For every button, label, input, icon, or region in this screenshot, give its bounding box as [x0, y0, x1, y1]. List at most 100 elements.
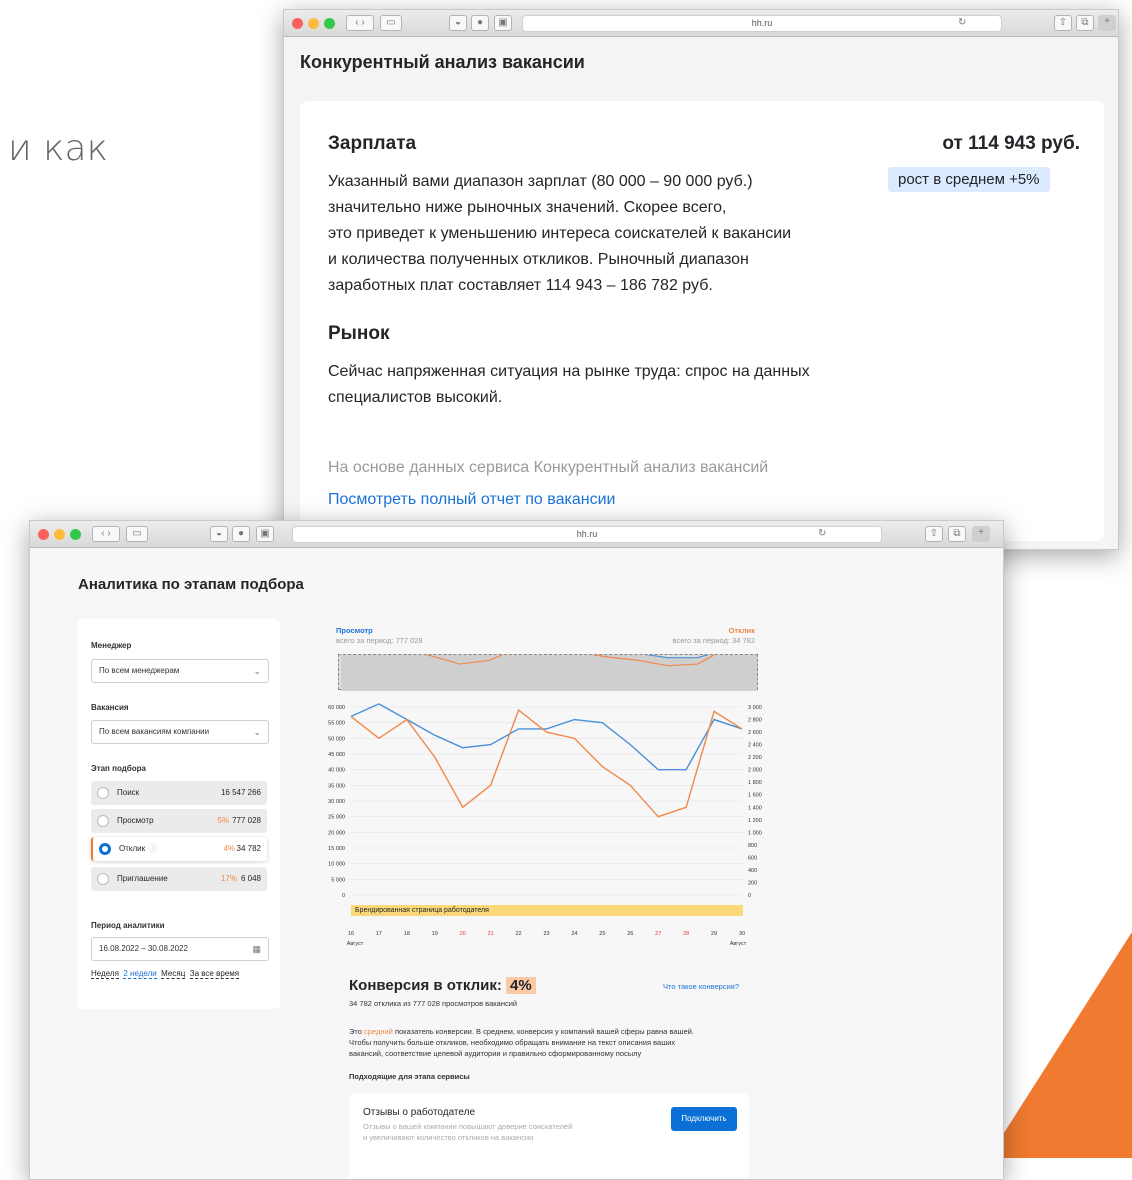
new-tab-icon[interactable]: + [1098, 15, 1116, 31]
shield-icon[interactable]: ◒ [449, 15, 467, 31]
share-icon[interactable]: ⇧ [925, 526, 943, 542]
stage-name: Поиск [117, 788, 140, 797]
close-window-icon[interactable] [292, 18, 303, 29]
minimize-window-icon[interactable] [308, 18, 319, 29]
vacancy-select[interactable]: По всем вакансиям компании ⌄ [91, 720, 269, 744]
conversion-body: Это средний показатель конверсии. В сред… [349, 1026, 769, 1059]
stage-percent: 17% [220, 874, 237, 883]
browser-toolbar: ‹ › ▭ ◒ ● ▣ hh.ru ↻ ⇧ ⧉ + [30, 521, 1003, 548]
salary-line: это приведет к уменьшению интереса соиск… [328, 225, 792, 242]
period-label: Период аналитики [91, 921, 165, 930]
period-input[interactable]: 16.08.2022 – 30.08.2022 ▦ [91, 937, 269, 961]
stage-item-response[interactable]: Отклик ⓘ 4% 34 782 [91, 837, 267, 861]
connect-button[interactable]: Подключить [671, 1107, 737, 1131]
sidebar-icon[interactable]: ▭ [126, 526, 148, 542]
y-left-tick-label: 5 000 [331, 877, 345, 883]
stage-value: 777 028 [232, 816, 261, 825]
conversion-subtitle: 34 782 отклика из 777 028 просмотров вак… [349, 999, 518, 1008]
stage-value: 16 547 266 [220, 788, 261, 797]
conversion-title-text: Конверсия в отклик: [349, 977, 502, 994]
info-icon[interactable]: ⓘ [149, 837, 157, 861]
bookmark-icon[interactable]: ▣ [494, 15, 512, 31]
period-link-month[interactable]: Месяц [161, 969, 186, 979]
radio-button[interactable] [97, 815, 109, 827]
radio-button[interactable] [97, 787, 109, 799]
shield-icon[interactable]: ◒ [210, 526, 228, 542]
close-window-icon[interactable] [38, 529, 49, 540]
minimize-window-icon[interactable] [54, 529, 65, 540]
line-chart: 60 000 55 000 50 000 45 000 40 000 35 000 30 0… [328, 703, 762, 947]
y-right-tick-label: 1 000 [748, 830, 762, 836]
browser-toolbar: ‹ › ▭ ◒ ● ▣ hh.ru ↻ ⇧ ⧉ + [284, 10, 1118, 37]
y-right-tick-label: 200 [748, 880, 757, 886]
conversion-body-line: вакансий, соответствие целевой аудитории… [349, 1049, 642, 1058]
calendar-icon[interactable]: ▦ [252, 938, 261, 960]
service-card: Отзывы о работодателе Отзывы о вашей ком… [349, 1093, 749, 1179]
source-note: На основе данных сервиса Конкурентный ан… [328, 459, 769, 476]
x-tick-label: 18 [404, 931, 410, 937]
x-month-label: Август [730, 941, 747, 947]
tabs-icon[interactable]: ⧉ [948, 526, 966, 542]
market-line: Сейчас напряженная ситуация на рынке тру… [328, 363, 810, 380]
period-link-2weeks[interactable]: 2 недели [123, 969, 157, 979]
y-right-tick-label: 2 400 [748, 743, 762, 749]
stage-value: 6 048 [240, 874, 261, 883]
period-value: 16.08.2022 – 30.08.2022 [99, 944, 188, 953]
extension-icon[interactable]: ● [232, 526, 250, 542]
address-bar[interactable]: hh.ru [292, 526, 882, 543]
maximize-window-icon[interactable] [70, 529, 81, 540]
bookmark-icon[interactable]: ▣ [256, 526, 274, 542]
radio-button[interactable] [97, 873, 109, 885]
y-right-tick-label: 0 [748, 893, 751, 899]
sidebar-icon[interactable]: ▭ [380, 15, 402, 31]
back-forward-icon[interactable]: ‹ › [92, 526, 120, 542]
y-left-tick-label: 15 000 [328, 846, 345, 852]
service-description: и увеличивают количество откликов на вак… [363, 1133, 534, 1142]
stage-name: Просмотр [117, 816, 154, 825]
service-name: Отзывы о работодателе [363, 1107, 476, 1118]
y-right-tick-label: 3 000 [748, 705, 762, 711]
y-left-tick-label: 35 000 [328, 783, 345, 789]
stage-name: Приглашение [117, 874, 168, 883]
y-left-tick-label: 20 000 [328, 830, 345, 836]
stage-item-view[interactable]: Просмотр 5% 777 028 [91, 809, 267, 833]
y-left-tick-label: 60 000 [328, 705, 345, 711]
x-tick-label: 29 [711, 931, 717, 937]
full-report-link[interactable]: Посмотреть полный отчет по вакансии [328, 487, 615, 513]
y-left-tick-label: 0 [342, 893, 345, 899]
series-line-views [350, 703, 743, 771]
back-forward-icon[interactable]: ‹ › [346, 15, 374, 31]
vacancy-label: Вакансия [91, 703, 129, 712]
what-is-conversion-link[interactable]: Что такое конверсия? [663, 981, 739, 992]
maximize-window-icon[interactable] [324, 18, 335, 29]
manager-select-value: По всем менеджерам [99, 666, 180, 675]
tabs-icon[interactable]: ⧉ [1076, 15, 1094, 31]
x-tick-label: 25 [599, 931, 605, 937]
stage-item-search[interactable]: Поиск 16 547 266 [91, 781, 267, 805]
range-area [341, 646, 757, 691]
services-heading: Подходящие для этапа сервисы [349, 1072, 470, 1081]
reload-icon[interactable]: ↻ [958, 16, 966, 32]
y-right-tick-label: 2 600 [748, 730, 762, 736]
period-link-all[interactable]: За все время [189, 969, 240, 979]
period-link-week[interactable]: Неделя [91, 969, 119, 979]
y-left-tick-label: 25 000 [328, 815, 345, 821]
y-right-tick-label: 400 [748, 868, 757, 874]
salary-value: от 114 943 руб. [942, 133, 1080, 154]
manager-select[interactable]: По всем менеджерам ⌄ [91, 659, 269, 683]
x-tick-label: 23 [543, 931, 549, 937]
extension-icon[interactable]: ● [471, 15, 489, 31]
radio-button-selected[interactable] [99, 843, 111, 855]
stage-name: Отклик [119, 844, 146, 853]
url-text: hh.ru [751, 18, 773, 28]
range-selector[interactable] [338, 645, 758, 691]
reload-icon[interactable]: ↻ [818, 527, 826, 543]
y-right-tick-label: 1 400 [748, 805, 762, 811]
new-tab-icon[interactable]: + [972, 526, 990, 542]
share-icon[interactable]: ⇧ [1054, 15, 1072, 31]
series-line-responses [350, 708, 743, 818]
address-bar[interactable]: hh.ru [522, 15, 1002, 32]
vacancy-select-value: По всем вакансиям компании [99, 727, 210, 736]
stage-item-invitation[interactable]: Приглашение 17% 6 048 [91, 867, 267, 891]
y-left-tick-label: 45 000 [328, 752, 345, 758]
